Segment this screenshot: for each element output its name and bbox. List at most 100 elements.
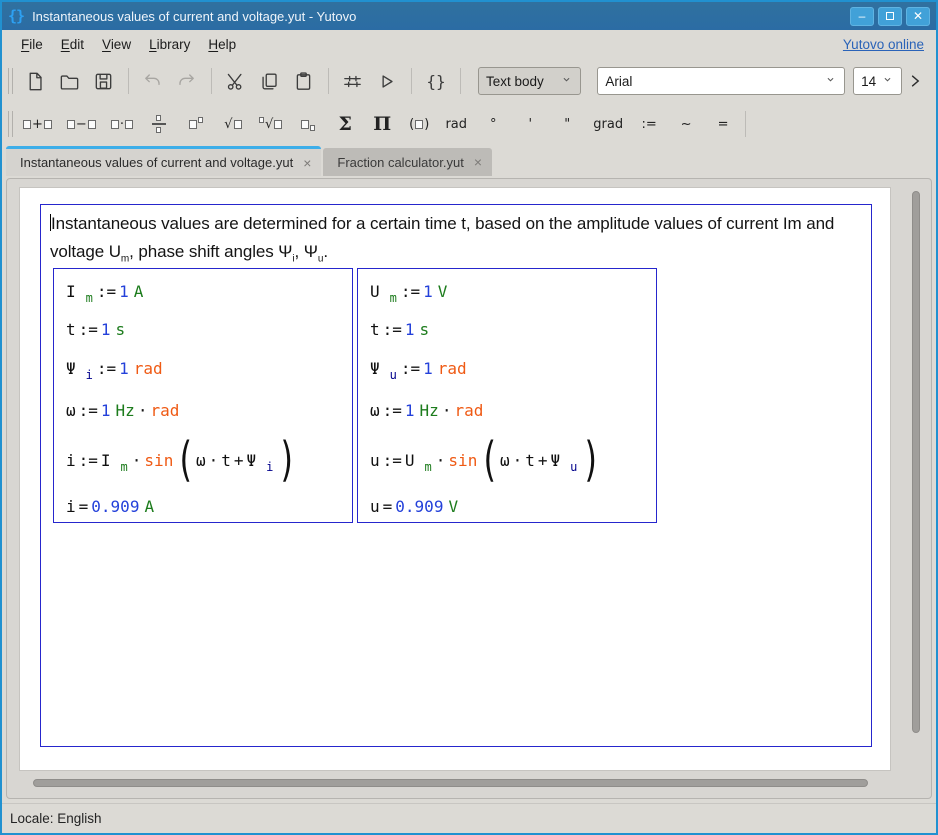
chevron-down-icon xyxy=(881,73,894,89)
menu-library[interactable]: Library xyxy=(140,34,199,55)
math-token: = xyxy=(78,496,89,516)
tab-instantaneous-values[interactable]: Instantaneous values of current and volt… xyxy=(6,146,322,176)
toolbar-separator xyxy=(210,68,212,94)
arcminute-unit-button[interactable]: ' xyxy=(515,109,545,139)
math-token: rad xyxy=(133,358,163,378)
sqrt-template-button[interactable]: √ xyxy=(218,109,248,139)
undo-button xyxy=(136,64,170,98)
math-token: t xyxy=(66,319,76,339)
tab-close-icon[interactable]: × xyxy=(474,154,482,170)
nth-root-template-button[interactable]: √ xyxy=(255,109,286,139)
current-block[interactable]: Im:= 1 At:= 1 s Ψi:= 1 rad ω:= 1 Hz · rad i:= Im · sin(ω… xyxy=(53,268,353,523)
equals-operator-button[interactable]: = xyxy=(708,109,738,139)
math-token: ω xyxy=(195,450,206,470)
rad-unit-button[interactable]: rad xyxy=(441,109,471,139)
plus-template-button[interactable]: + xyxy=(19,109,56,139)
symbol-glyph: Π xyxy=(373,113,392,135)
document-region[interactable]: Instantaneous values are determined for … xyxy=(40,204,872,747)
braces-button[interactable]: {} xyxy=(419,64,453,98)
symbol-glyph: ' xyxy=(528,116,533,132)
menu-help[interactable]: Help xyxy=(199,34,245,55)
symbol-glyph: grad xyxy=(593,116,624,132)
font-size-value: 14 xyxy=(861,73,877,89)
symbol-glyph: − xyxy=(75,116,87,132)
symbol-glyph: ( xyxy=(409,116,415,132)
minimize-button[interactable]: – xyxy=(850,6,874,26)
sum-template-button[interactable]: Σ xyxy=(330,109,360,139)
run-button[interactable] xyxy=(370,64,404,98)
math-token: 1 xyxy=(423,358,433,378)
preferences-button[interactable] xyxy=(336,64,370,98)
math-token: I xyxy=(100,450,111,470)
horizontal-scrollbar[interactable] xyxy=(21,777,891,789)
parentheses-template-button[interactable]: () xyxy=(404,109,434,139)
new-file-button[interactable] xyxy=(19,64,53,98)
symbol-glyph: + xyxy=(32,116,43,132)
open-file-button[interactable] xyxy=(53,64,87,98)
document-page[interactable]: Instantaneous values are determined for … xyxy=(19,187,891,771)
menu-edit[interactable]: Edit xyxy=(52,34,93,55)
vertical-scrollbar[interactable] xyxy=(909,189,923,766)
product-template-button[interactable]: Π xyxy=(367,109,397,139)
grad-unit-button[interactable]: grad xyxy=(589,109,627,139)
placeholder-box-icon xyxy=(43,119,52,129)
tilde-operator-button[interactable]: ~ xyxy=(671,109,701,139)
arcsecond-unit-button[interactable]: " xyxy=(552,109,582,139)
symbol-glyph: := xyxy=(641,116,657,132)
placeholder-box-icon xyxy=(156,126,162,133)
subscript-template-button[interactable] xyxy=(293,109,323,139)
close-button[interactable]: ✕ xyxy=(906,6,930,26)
vertical-scrollbar-thumb[interactable] xyxy=(912,191,920,734)
math-token: 0.909 xyxy=(395,496,444,516)
tab-fraction-calculator[interactable]: Fraction calculator.yut × xyxy=(323,148,493,176)
voltage-block[interactable]: Um:= 1 Vt:= 1 s Ψu:= 1 rad ω:= 1 Hz · rad u:= Um · sin(ω… xyxy=(357,268,657,523)
titlebar[interactable]: {} Instantaneous values of current and v… xyxy=(2,2,936,30)
yutovo-online-link[interactable]: Yutovo online xyxy=(843,37,926,52)
placeholder-sup-box-icon xyxy=(258,117,264,123)
chevron-down-icon xyxy=(824,73,837,89)
symbol-glyph: " xyxy=(564,116,571,132)
degree-unit-button[interactable]: ° xyxy=(478,109,508,139)
locale-status: Locale: English xyxy=(10,811,102,826)
symbol-glyph: ° xyxy=(490,116,497,132)
math-token: = xyxy=(382,496,393,516)
cut-button[interactable] xyxy=(219,64,253,98)
math-token: i xyxy=(66,496,76,516)
paste-button[interactable] xyxy=(287,64,321,98)
toolbar-grip[interactable] xyxy=(8,111,13,137)
math-token: 1 xyxy=(404,400,415,420)
power-template-button[interactable] xyxy=(181,109,211,139)
editor-frame: Instantaneous values are determined for … xyxy=(6,178,932,799)
paragraph-segment: , Ψ xyxy=(294,242,318,261)
copy-button[interactable] xyxy=(253,64,287,98)
menu-file[interactable]: File xyxy=(12,34,52,55)
paragraph-style-select[interactable]: Text body xyxy=(477,67,582,95)
menu-view[interactable]: View xyxy=(93,34,140,55)
assign-operator-button[interactable]: := xyxy=(634,109,664,139)
symbol-glyph: = xyxy=(717,116,729,132)
minus-template-button[interactable]: − xyxy=(63,109,100,139)
fraction-template-button[interactable] xyxy=(144,109,174,139)
font-family-select[interactable]: Arial xyxy=(597,67,846,95)
horizontal-scrollbar-thumb[interactable] xyxy=(33,779,869,787)
multiply-template-button[interactable]: · xyxy=(107,109,137,139)
math-token: ( xyxy=(179,432,193,488)
math-token: · xyxy=(131,450,142,470)
math-token: t xyxy=(370,319,380,339)
placeholder-box-icon xyxy=(124,119,133,129)
math-token: := xyxy=(382,450,402,470)
paragraph-text[interactable]: Instantaneous values are determined for … xyxy=(50,210,861,273)
symbol-glyph: ~ xyxy=(680,116,692,132)
toolbar-grip[interactable] xyxy=(8,68,13,94)
save-file-button[interactable] xyxy=(87,64,121,98)
math-token: · xyxy=(137,400,148,420)
toolbar-overflow-button[interactable] xyxy=(902,66,928,96)
main-toolbar: {} Text body Arial 14 xyxy=(2,58,936,104)
font-size-select[interactable]: 14 xyxy=(853,67,903,95)
tab-close-icon[interactable]: × xyxy=(303,155,311,171)
maximize-button[interactable] xyxy=(878,6,902,26)
app-window: {} Instantaneous values of current and v… xyxy=(0,0,938,835)
symbol-glyph: · xyxy=(119,116,124,132)
math-token: := xyxy=(96,358,117,378)
placeholder-box-icon xyxy=(87,119,96,129)
